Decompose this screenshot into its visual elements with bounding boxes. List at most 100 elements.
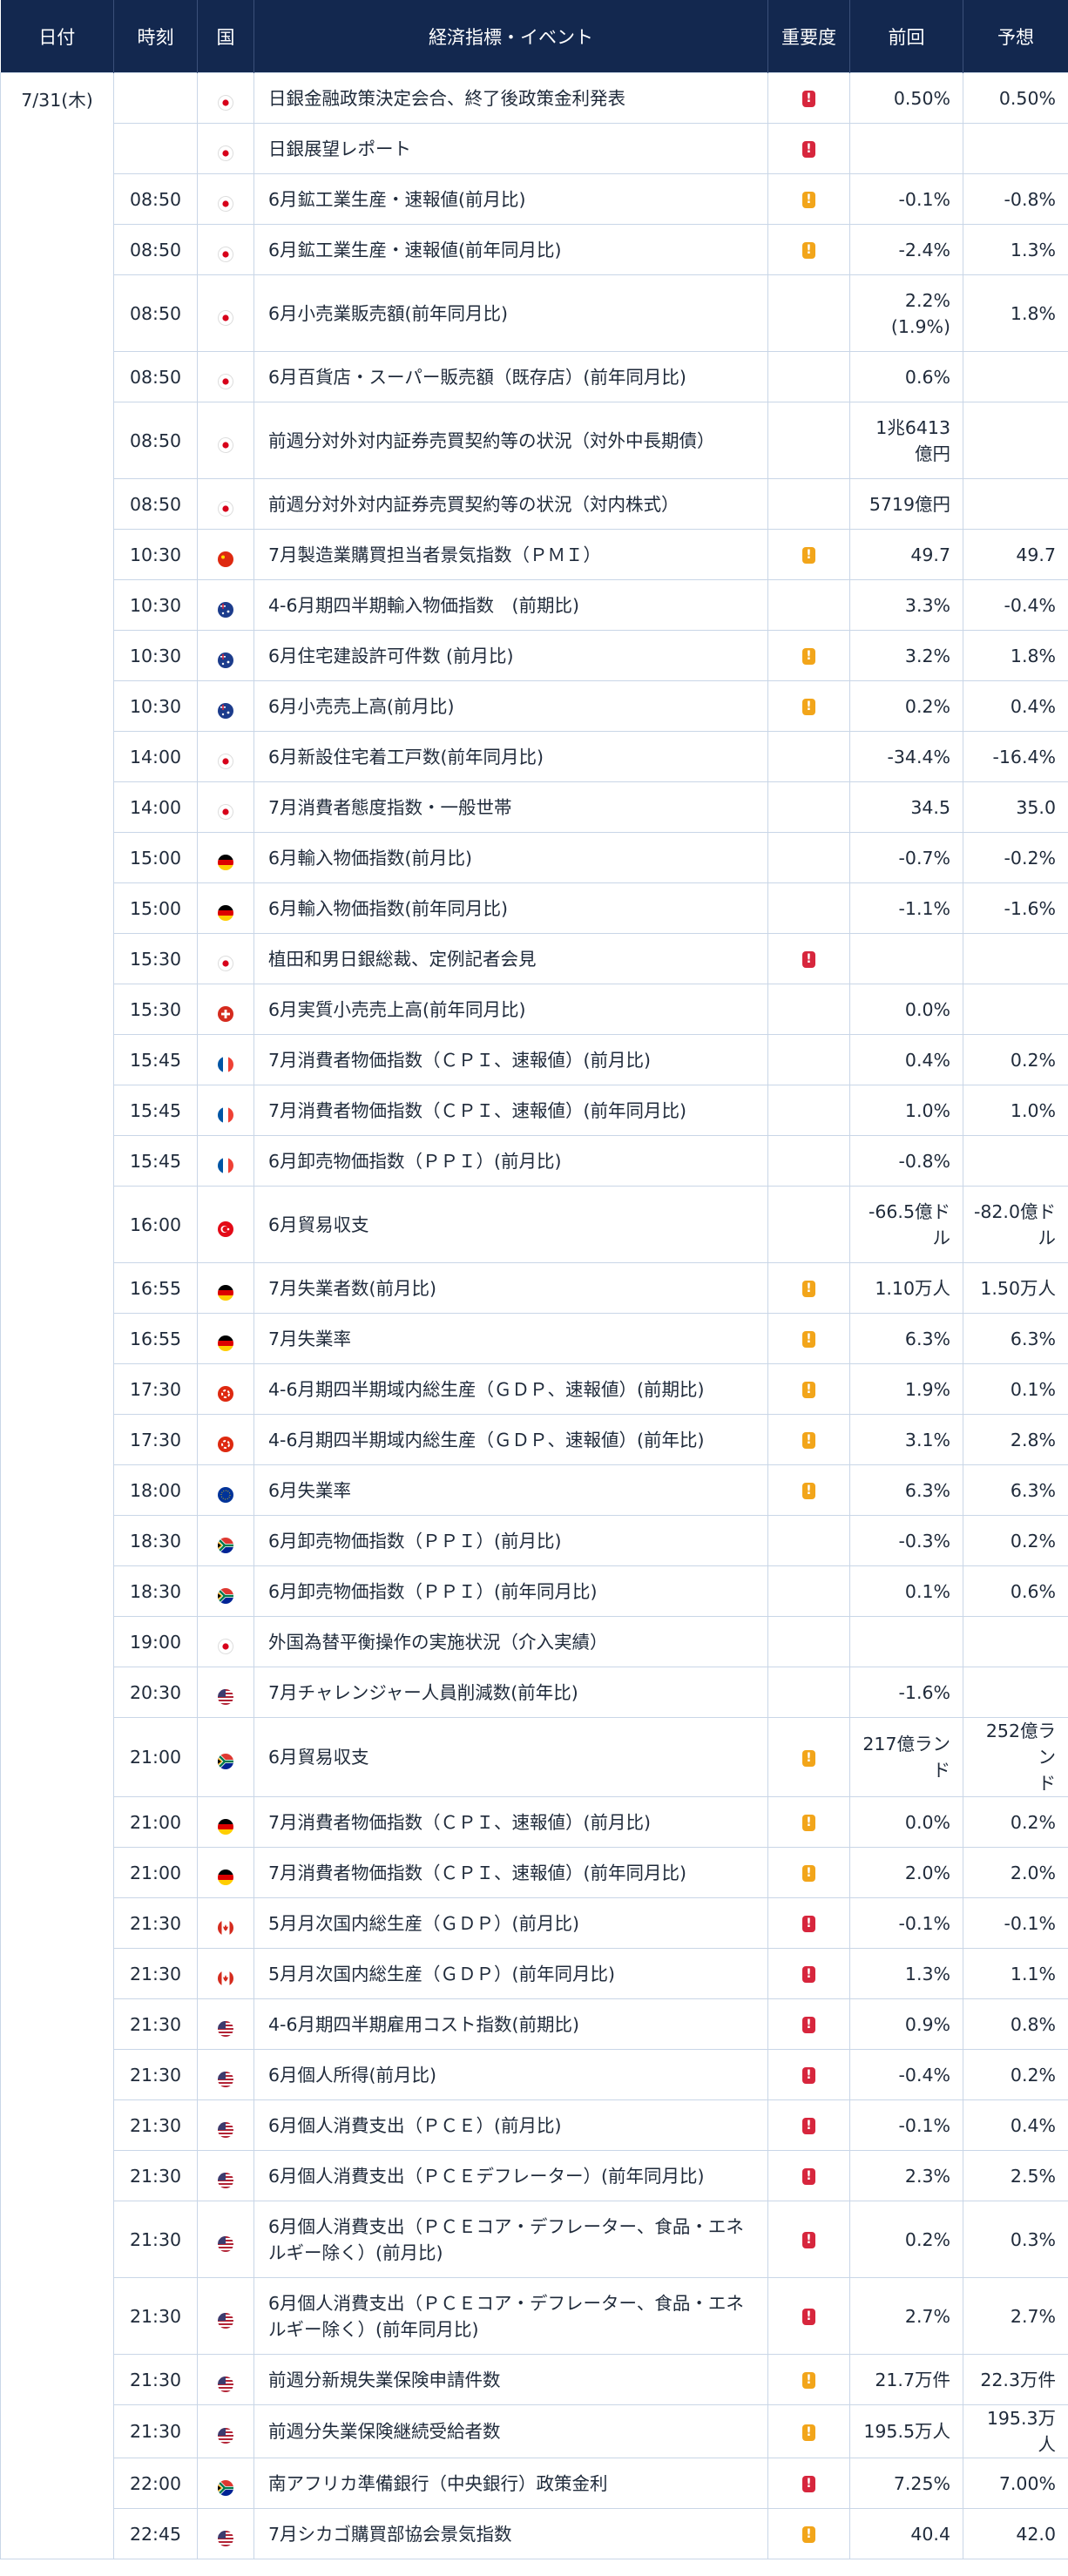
event-name[interactable]: 4-6月期四半期域内総生産（ＧＤＰ、速報値）(前年比): [253, 1414, 768, 1465]
event-name[interactable]: 6月輸入物価指数(前月比): [253, 832, 768, 883]
japan-flag-icon: [218, 307, 233, 326]
event-name[interactable]: 7月消費者物価指数（ＣＰＩ、速報値）(前月比): [253, 1034, 768, 1085]
event-name[interactable]: 日銀金融政策決定会合、終了後政策金利発表: [253, 72, 768, 124]
event-name[interactable]: 7月消費者物価指数（ＣＰＩ、速報値）(前月比): [253, 1796, 768, 1848]
event-name[interactable]: 4-6月期四半期域内総生産（ＧＤＰ、速報値）(前期比): [253, 1363, 768, 1415]
event-name[interactable]: 6月卸売物価指数（ＰＰＩ）(前年同月比): [253, 1565, 768, 1617]
event-name[interactable]: 7月消費者物価指数（ＣＰＩ、速報値）(前年同月比): [253, 1085, 768, 1136]
forecast-value: [963, 123, 1068, 174]
event-name[interactable]: 6月貿易収支: [253, 1186, 768, 1263]
high-importance-icon: !: [802, 2309, 815, 2325]
event-name[interactable]: 6月失業率: [253, 1464, 768, 1516]
table-row: 21:30 5月月次国内総生産（ＧＤＰ）(前月比)! -0.1% -0.1%: [1, 1897, 1068, 1949]
event-name[interactable]: 7月失業率: [253, 1313, 768, 1364]
event-name[interactable]: 6月百貨店・スーパー販売額（既存店）(前年同月比): [253, 351, 768, 402]
event-name[interactable]: 6月個人所得(前月比): [253, 2049, 768, 2100]
event-name[interactable]: 7月シカゴ購買部協会景気指数: [253, 2508, 768, 2559]
event-name[interactable]: 6月卸売物価指数（ＰＰＩ）(前月比): [253, 1135, 768, 1187]
country-cell: [197, 2404, 254, 2458]
event-name[interactable]: 7月消費者物価指数（ＣＰＩ、速報値）(前年同月比): [253, 1847, 768, 1898]
event-name[interactable]: 6月小売売上高(前月比): [253, 680, 768, 732]
event-name[interactable]: 6月個人消費支出（ＰＣＥコア・デフレーター、食品・エネルギー除く）(前月比): [253, 2201, 768, 2278]
time-cell: 14:00: [113, 731, 198, 782]
forecast-value: 1.0%: [963, 1085, 1068, 1136]
event-name[interactable]: 6月実質小売売上高(前年同月比): [253, 984, 768, 1035]
previous-value: 3.3%: [849, 579, 963, 631]
germany-flag-icon: [218, 851, 233, 870]
importance-cell: [767, 731, 850, 782]
event-name[interactable]: 日銀展望レポート: [253, 123, 768, 174]
japan-flag-icon: [218, 91, 233, 111]
country-cell: [197, 1796, 254, 1848]
importance-cell: [767, 984, 850, 1035]
importance-cell: [767, 478, 850, 530]
event-name[interactable]: 7月製造業購買担当者景気指数（ＰＭＩ）: [253, 529, 768, 580]
table-row: 18:30 6月卸売物価指数（ＰＰＩ）(前月比) -0.3% 0.2%: [1, 1515, 1068, 1566]
previous-value: 21.7万件: [849, 2354, 963, 2405]
country-cell: [197, 2201, 254, 2278]
forecast-value: 2.8%: [963, 1414, 1068, 1465]
event-name[interactable]: 6月個人消費支出（ＰＣＥ）(前月比): [253, 2099, 768, 2151]
event-name[interactable]: 5月月次国内総生産（ＧＤＰ）(前年同月比): [253, 1948, 768, 1999]
table-row: 18:30 6月卸売物価指数（ＰＰＩ）(前年同月比) 0.1% 0.6%: [1, 1565, 1068, 1617]
event-name[interactable]: 6月貿易収支: [253, 1717, 768, 1797]
table-row: 16:00 6月貿易収支 -66.5億ド ル -82.0億ド ル: [1, 1186, 1068, 1263]
table-row: 10:30 4-6月期四半期輸入物価指数 (前期比) 3.3% -0.4%: [1, 579, 1068, 631]
event-name[interactable]: 6月個人消費支出（ＰＣＥコア・デフレーター、食品・エネルギー除く）(前年同月比): [253, 2277, 768, 2355]
table-row: 15:45 7月消費者物価指数（ＣＰＩ、速報値）(前年同月比) 1.0% 1.0%: [1, 1085, 1068, 1136]
country-cell: [197, 1717, 254, 1797]
country-cell: [197, 781, 254, 833]
event-name[interactable]: 4-6月期四半期輸入物価指数 (前期比): [253, 579, 768, 631]
event-column-header: 経済指標・イベント: [253, 0, 768, 73]
previous-value: -0.3%: [849, 1515, 963, 1566]
previous-value: 34.5: [849, 781, 963, 833]
forecast-value: 1.3%: [963, 224, 1068, 275]
previous-value: 49.7: [849, 529, 963, 580]
medium-importance-icon: !: [802, 648, 815, 665]
event-name[interactable]: 6月鉱工業生産・速報値(前月比): [253, 173, 768, 225]
importance-cell: [767, 1667, 850, 1718]
table-row: 18:00 6月失業率! 6.3% 6.3%: [1, 1464, 1068, 1516]
event-name[interactable]: 6月小売業販売額(前年同月比): [253, 274, 768, 352]
forecast-value: [963, 478, 1068, 530]
event-name[interactable]: 7月消費者態度指数・一般世帯: [253, 781, 768, 833]
previous-value: 1.0%: [849, 1085, 963, 1136]
forecast-value: 252億ラン ド: [963, 1717, 1068, 1797]
table-row: 19:00 外国為替平衡操作の実施状況（介入実績）: [1, 1616, 1068, 1667]
event-name[interactable]: 6月鉱工業生産・速報値(前年同月比): [253, 224, 768, 275]
country-cell: [197, 1565, 254, 1617]
event-name[interactable]: 5月月次国内総生産（ＧＤＰ）(前月比): [253, 1897, 768, 1949]
medium-importance-icon: !: [802, 1815, 815, 1831]
importance-cell: !: [767, 2354, 850, 2405]
forecast-column-header: 予想: [963, 0, 1068, 73]
event-name[interactable]: 前週分失業保険継続受給者数: [253, 2404, 768, 2458]
event-name[interactable]: 南アフリカ準備銀行（中央銀行）政策金利: [253, 2458, 768, 2509]
event-name[interactable]: 6月個人消費支出（ＰＣＥデフレーター）(前年同月比): [253, 2150, 768, 2201]
event-name[interactable]: 6月新設住宅着工戸数(前年同月比): [253, 731, 768, 782]
time-cell: 15:45: [113, 1085, 198, 1136]
forecast-value: 0.50%: [963, 72, 1068, 124]
event-name[interactable]: 6月住宅建設許可件数 (前月比): [253, 630, 768, 681]
australia-flag-icon: [218, 700, 233, 719]
table-row: 10:30 6月住宅建設許可件数 (前月比)! 3.2% 1.8%: [1, 630, 1068, 681]
usa-flag-icon: [218, 1686, 233, 1705]
country-cell: [197, 1034, 254, 1085]
importance-cell: !: [767, 1897, 850, 1949]
germany-flag-icon: [218, 1815, 233, 1835]
event-name[interactable]: 植田和男日銀総裁、定例記者会見: [253, 933, 768, 984]
event-name[interactable]: 前週分対外対内証券売買契約等の状況（対外中長期債）: [253, 402, 768, 479]
event-name[interactable]: 前週分新規失業保険申請件数: [253, 2354, 768, 2405]
importance-cell: !: [767, 529, 850, 580]
event-name[interactable]: 6月輸入物価指数(前年同月比): [253, 882, 768, 934]
country-cell: [197, 2049, 254, 2100]
event-name[interactable]: 6月卸売物価指数（ＰＰＩ）(前月比): [253, 1515, 768, 1566]
country-cell: [197, 173, 254, 225]
event-name[interactable]: 7月失業者数(前月比): [253, 1262, 768, 1314]
country-cell: [197, 882, 254, 934]
event-name[interactable]: 4-6月期四半期雇用コスト指数(前期比): [253, 1998, 768, 2050]
high-importance-icon: !: [802, 2067, 815, 2084]
event-name[interactable]: 前週分対外対内証券売買契約等の状況（対内株式）: [253, 478, 768, 530]
event-name[interactable]: 外国為替平衡操作の実施状況（介入実績）: [253, 1616, 768, 1667]
japan-flag-icon: [218, 1635, 233, 1654]
event-name[interactable]: 7月チャレンジャー人員削減数(前年比): [253, 1667, 768, 1718]
